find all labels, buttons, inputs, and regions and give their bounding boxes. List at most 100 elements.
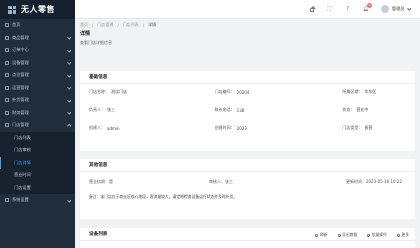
sidebar-item-stores[interactable]: 门店管理 xyxy=(0,119,75,132)
info-row: 营业执照：是 审核人：张三 更新时间：2023-05-16 10:22 xyxy=(80,172,415,185)
chevron-down-icon xyxy=(66,110,71,115)
fullscreen-icon[interactable]: ⛶ xyxy=(327,6,332,12)
sidebar-item-settings[interactable]: 系统设置 xyxy=(0,194,75,207)
sidebar: 无人零售 首页 商品管理 订单中心 设备管理 点位管理 运营管理 补货管理 财务… xyxy=(0,0,75,248)
sidebar-subitem-label: 门店列表 xyxy=(14,134,31,140)
sidebar-subitem-label: 营业时间 xyxy=(14,172,31,178)
other-info-card: 其他信息 营业执照：是 审核人：张三 更新时间：2023-05-16 10:22… xyxy=(80,159,415,219)
sidebar-item-label: 运营管理 xyxy=(12,84,29,90)
page-description: 查看门店详细信息 xyxy=(80,40,112,45)
chevron-down-icon xyxy=(66,47,71,52)
chevron-up-icon xyxy=(66,124,71,129)
bell-icon[interactable]: 🔔︎ 9 xyxy=(363,2,372,12)
sidebar-item-devices[interactable]: 设备管理 xyxy=(0,57,75,70)
device-card: 设备列表 刷新 导出数据 批量操作 更多 xyxy=(80,228,415,248)
sidebar-subitem-active[interactable]: 门店详情 xyxy=(0,156,75,169)
username: 管理员 xyxy=(391,6,405,11)
chart-icon xyxy=(5,85,9,90)
field: 创建人： admin xyxy=(89,125,120,131)
field: 创建时间： 2023 xyxy=(214,125,247,131)
home-icon[interactable] xyxy=(309,5,316,12)
sidebar-subitem-label: 门店设置 xyxy=(14,184,31,190)
sidebar-item-label: 订单中心 xyxy=(12,47,29,53)
field: 营业执照：是 xyxy=(89,179,113,184)
field: 状态： 营业中 xyxy=(342,107,369,112)
sidebar-subitem[interactable]: 门店审核 xyxy=(0,144,75,157)
sidebar-item-label: 点位管理 xyxy=(12,72,29,78)
sidebar-item-finance[interactable]: 财务管理 xyxy=(0,107,75,120)
card-title: 基础信息 xyxy=(80,71,415,84)
gear-icon xyxy=(5,198,9,203)
sidebar-item-label: 设备管理 xyxy=(12,59,29,65)
field: 审核人：张三 xyxy=(209,179,233,184)
box-icon xyxy=(5,35,9,40)
truck-icon xyxy=(5,98,9,103)
export-button[interactable]: 导出数据 xyxy=(337,232,357,238)
field: 更新时间：2023-05-16 10:22 xyxy=(345,179,402,184)
sidebar-item-label: 系统设置 xyxy=(12,197,29,203)
sidebar-item-label: 商品管理 xyxy=(12,34,29,40)
chevron-down-icon xyxy=(66,60,71,65)
sidebar-item-operations[interactable]: 运营管理 xyxy=(0,82,75,95)
sidebar-subitem[interactable]: 门店列表 xyxy=(0,131,75,144)
field: 门店名称： 测试门店 xyxy=(89,89,127,94)
chevron-down-icon xyxy=(406,6,411,11)
export-icon xyxy=(337,233,341,237)
breadcrumb-item[interactable]: 门店管理 xyxy=(97,22,113,28)
field: 联系电话： 138 xyxy=(214,107,245,113)
location-icon xyxy=(5,73,9,78)
user-menu[interactable]: 管理员 xyxy=(380,5,411,13)
refresh-icon xyxy=(315,233,319,237)
field: 门店类型： 直营 xyxy=(342,125,373,130)
sidebar-menu: 首页 商品管理 订单中心 设备管理 点位管理 运营管理 补货管理 财务管理 门店… xyxy=(0,19,75,207)
card-toolbar: 刷新 导出数据 批量操作 更多 xyxy=(315,232,409,238)
field: 负责人： 张三 xyxy=(89,107,115,112)
home-icon xyxy=(5,23,9,28)
sidebar-item-label: 首页 xyxy=(12,22,21,28)
breadcrumb-item[interactable]: 首页 xyxy=(80,22,88,28)
sidebar-item-label: 门店管理 xyxy=(12,122,29,128)
page-title: 详情 xyxy=(80,31,91,37)
brand[interactable]: 无人零售 xyxy=(0,0,75,19)
notification-badge: 9 xyxy=(366,2,372,8)
grid-logo-icon xyxy=(8,5,16,14)
sidebar-subitem[interactable]: 营业时间 xyxy=(0,169,75,182)
more-button[interactable]: 更多 xyxy=(396,232,409,238)
chevron-down-icon xyxy=(66,197,71,202)
sidebar-subitem-label: 门店详情 xyxy=(14,159,31,165)
device-icon xyxy=(5,60,9,65)
order-icon xyxy=(5,48,9,53)
help-icon[interactable]: ? xyxy=(345,6,350,12)
list-icon xyxy=(367,233,371,237)
chevron-down-icon xyxy=(66,35,71,40)
chevron-down-icon xyxy=(66,97,71,102)
info-grid: 门店名称： 测试门店 门店编号： 20204 所属区域： 华东区 负责人： 张三 联系电… xyxy=(80,84,415,131)
sidebar-item-label: 补货管理 xyxy=(12,97,29,103)
refresh-button[interactable]: 刷新 xyxy=(315,232,328,238)
breadcrumb-item[interactable]: 门店列表 xyxy=(123,22,139,28)
field: 所属区域： 华东区 xyxy=(342,89,377,94)
sidebar-subitem[interactable]: 门店设置 xyxy=(0,181,75,194)
top-header: ⛶ ? 🔔︎ 9 管理员 xyxy=(75,0,420,19)
sidebar-item-label: 财务管理 xyxy=(12,109,29,115)
main-header: 首页 / 门店管理 / 门店列表 / 详情 详情 查看门店详细信息 xyxy=(80,19,415,46)
avatar xyxy=(380,5,389,13)
breadcrumb-current: 详情 xyxy=(148,22,157,27)
chevron-down-icon xyxy=(66,72,71,77)
notes: 备注：该门店位于商业区核心地段，客流量较大，请定期检查设备运行状态并及时补货。 xyxy=(89,194,238,199)
field: 门店编号： 20204 xyxy=(214,89,250,95)
sidebar-item-orders[interactable]: 订单中心 xyxy=(0,44,75,57)
more-icon xyxy=(396,233,400,237)
chevron-down-icon xyxy=(66,85,71,90)
sidebar-item-restock[interactable]: 补货管理 xyxy=(0,94,75,107)
sidebar-item-home[interactable]: 首页 xyxy=(0,19,75,32)
batch-button[interactable]: 批量操作 xyxy=(367,232,387,238)
basic-info-card: 基础信息 门店名称： 测试门店 门店编号： 20204 所属区域： 华东区 负责人：张… xyxy=(80,71,415,151)
wallet-icon xyxy=(5,110,9,115)
card-title: 其他信息 xyxy=(80,159,415,172)
sidebar-item-points[interactable]: 点位管理 xyxy=(0,69,75,82)
sidebar-item-goods[interactable]: 商品管理 xyxy=(0,32,75,45)
app-title: 无人零售 xyxy=(21,5,55,14)
store-icon xyxy=(5,123,9,128)
sidebar-subitem-label: 门店审核 xyxy=(14,147,31,153)
